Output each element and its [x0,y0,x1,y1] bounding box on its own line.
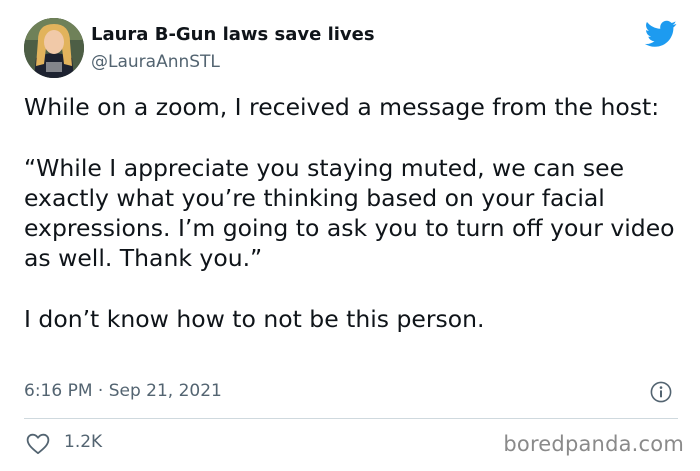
tweet-paragraph: While on a zoom, I received a message fr… [24,93,660,121]
avatar-image [24,18,84,78]
heart-icon[interactable] [26,433,50,455]
like-count: 1.2K [64,432,103,452]
watermark: boredpanda.com [503,432,684,456]
tweet-card: Laura B-Gun laws save lives @LauraAnnSTL… [0,0,700,471]
author-handle[interactable]: @LauraAnnSTL [91,52,220,72]
tweet-paragraph: “While I appreciate you staying muted, w… [24,153,675,273]
tweet-timestamp[interactable]: 6:16 PM · Sep 21, 2021 [24,381,222,401]
tweet-paragraph: I don’t know how to not be this person. [24,305,485,334]
twitter-bird-icon[interactable] [645,20,677,48]
info-icon[interactable] [650,381,672,403]
tweet-text: While on a zoom, I received a message fr… [24,92,684,334]
author-display-name[interactable]: Laura B-Gun laws save lives [91,24,375,45]
divider [24,418,678,419]
author-avatar[interactable] [24,18,84,78]
